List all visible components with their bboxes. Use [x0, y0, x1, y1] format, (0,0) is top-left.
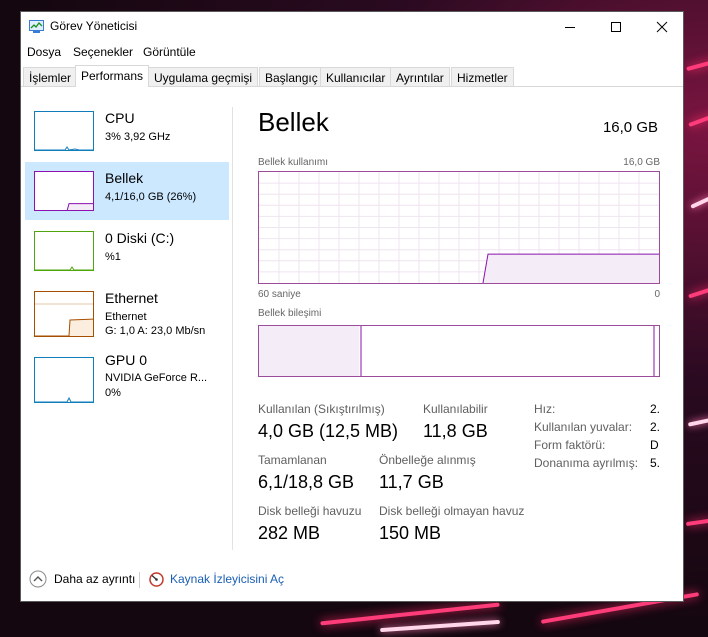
menu-bar: Dosya Seçenekler Görüntüle	[21, 42, 683, 62]
sidebar-item-detail: 3% 3,92 GHz	[105, 131, 171, 143]
sidebar-item-ethernet[interactable]: Ethernet Ethernet G: 1,0 A: 23,0 Mb/sn	[25, 282, 229, 340]
minimize-button[interactable]	[547, 12, 593, 42]
close-button[interactable]	[639, 12, 685, 42]
memory-composition-bar	[258, 325, 660, 377]
composition-label: Bellek bileşimi	[258, 308, 322, 319]
cached-value: 11,7 GB	[379, 472, 444, 492]
composition-in-use	[259, 326, 359, 376]
open-resource-monitor-link[interactable]: Kaynak İzleyicisini Aç	[170, 572, 284, 586]
cached-label: Önbelleğe alınmış	[379, 453, 476, 467]
minimize-icon	[565, 27, 575, 28]
usage-graph-label: Bellek kullanımı	[258, 157, 329, 168]
graph-time-label: 60 saniye	[258, 289, 301, 300]
close-icon	[656, 21, 668, 33]
footer-bar: Daha az ayrıntı Kaynak İzleyicisini Aç	[21, 568, 683, 592]
ethernet-thumbnail	[34, 291, 94, 337]
tab-app-history[interactable]: Uygulama geçmişi	[148, 67, 259, 86]
form-factor-label: Form faktörü:	[534, 438, 606, 452]
tab-services[interactable]: Hizmetler	[451, 67, 514, 86]
committed-label: Tamamlanan	[258, 453, 327, 467]
sidebar-item-memory[interactable]: Bellek 4,1/16,0 GB (26%)	[25, 162, 229, 220]
memory-total: 16,0 GB	[602, 119, 658, 136]
panel-divider	[232, 107, 233, 550]
sidebar-item-gpu[interactable]: GPU 0 NVIDIA GeForce R... 0%	[25, 348, 229, 406]
page-title: Bellek	[258, 107, 329, 137]
disk-thumbnail	[34, 231, 94, 271]
available-label: Kullanılabilir	[423, 402, 488, 416]
paged-pool-value: 282 MB	[258, 523, 321, 543]
sidebar-item-disk[interactable]: 0 Diski (C:) %1	[25, 222, 229, 280]
memory-thumbnail	[34, 171, 94, 211]
footer-divider	[139, 572, 140, 588]
chevron-up-icon[interactable]	[29, 570, 47, 588]
task-manager-icon	[29, 20, 44, 33]
graph-min-label: 0	[654, 289, 660, 300]
form-factor-value: D	[650, 438, 659, 452]
usage-graph-max: 16,0 GB	[623, 157, 660, 168]
sidebar-item-detail: %1	[105, 251, 121, 263]
sidebar-item-title: GPU 0	[105, 352, 148, 368]
task-manager-window: Görev Yöneticisi Dosya Seçenekler Görünt…	[20, 11, 684, 602]
memory-details-panel: Bellek 16,0 GB Bellek kullanımı 16,0 GB …	[258, 87, 678, 557]
sidebar-item-detail: Ethernet	[105, 311, 147, 323]
tab-processes[interactable]: İşlemler	[23, 67, 78, 86]
available-value: 11,8 GB	[423, 421, 488, 441]
gpu-thumbnail	[34, 357, 94, 403]
usage-area	[483, 254, 659, 283]
sidebar-item-cpu[interactable]: CPU 3% 3,92 GHz	[25, 102, 229, 160]
menu-file[interactable]: Dosya	[27, 45, 61, 59]
tab-bar: İşlemler Performans Uygulama geçmişi Baş…	[21, 65, 683, 87]
tab-users[interactable]: Kullanıcılar	[320, 67, 392, 86]
in-use-label: Kullanılan (Sıkıştırılmış)	[258, 402, 385, 416]
resource-sidebar: CPU 3% 3,92 GHz Bellek 4,1/16,0 GB (26%)…	[21, 87, 232, 552]
maximize-icon	[611, 22, 621, 32]
speed-label: Hız:	[534, 402, 556, 416]
window-title: Görev Yöneticisi	[50, 19, 138, 33]
hardware-reserved-label: Donanıma ayrılmış:	[534, 456, 639, 470]
sidebar-item-detail: 4,1/16,0 GB (26%)	[105, 191, 197, 203]
sidebar-item-title: Ethernet	[105, 290, 158, 306]
sidebar-item-title: Bellek	[105, 170, 144, 186]
nonpaged-pool-label: Disk belleği olmayan havuz	[379, 504, 525, 518]
memory-thumb-area	[67, 203, 93, 210]
in-use-value: 4,0 GB (12,5 MB)	[258, 421, 399, 441]
paged-pool-label: Disk belleği havuzu	[258, 504, 362, 518]
menu-options[interactable]: Seçenekler	[73, 45, 133, 59]
slots-label: Kullanılan yuvalar:	[534, 420, 633, 434]
speed-value: 2.	[650, 402, 661, 416]
tab-startup[interactable]: Başlangıç	[259, 67, 324, 86]
title-bar[interactable]: Görev Yöneticisi	[21, 12, 683, 42]
committed-value: 6,1/18,8 GB	[258, 472, 355, 492]
resource-monitor-icon	[149, 572, 164, 587]
sidebar-item-title: 0 Diski (C:)	[105, 230, 175, 246]
sidebar-item-title: CPU	[105, 110, 135, 126]
maximize-button[interactable]	[593, 12, 639, 42]
tab-performance[interactable]: Performans	[75, 65, 150, 87]
menu-view[interactable]: Görüntüle	[143, 45, 196, 59]
sidebar-item-detail: NVIDIA GeForce R...	[105, 372, 208, 384]
slots-value: 2.	[650, 420, 661, 434]
sidebar-item-detail: G: 1,0 A: 23,0 Mb/sn	[105, 325, 206, 337]
cpu-thumbnail	[34, 111, 94, 151]
memory-usage-graph	[258, 171, 660, 284]
tab-details[interactable]: Ayrıntılar	[390, 67, 450, 86]
hardware-reserved-value: 5.	[650, 456, 661, 470]
sidebar-item-detail: 0%	[105, 387, 121, 399]
fewer-details-button[interactable]: Daha az ayrıntı	[54, 572, 135, 586]
nonpaged-pool-value: 150 MB	[379, 523, 442, 543]
